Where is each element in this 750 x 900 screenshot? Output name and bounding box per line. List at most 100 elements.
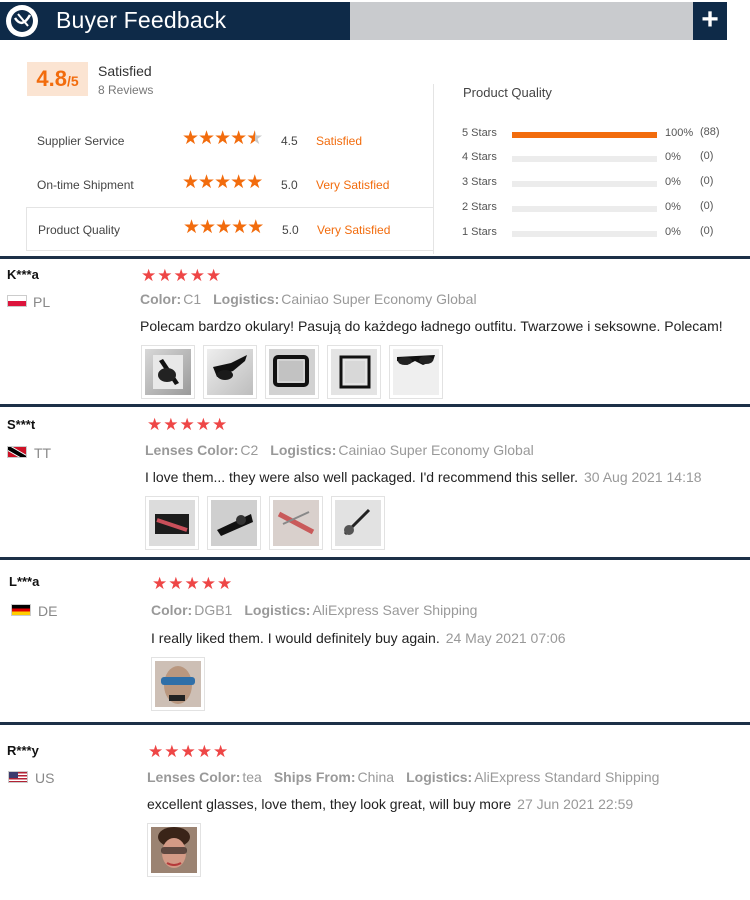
star-icon: ★: [230, 128, 247, 149]
reviews-count: 8 Reviews: [98, 83, 154, 97]
review-photo[interactable]: [145, 496, 199, 550]
reviewer-name: L***a: [9, 574, 40, 589]
sub-rating-value: 4.5: [281, 134, 298, 148]
star-rating: ★★★★★: [182, 128, 263, 150]
star-icon: ★: [182, 172, 199, 193]
review-item: K***a PL ★★★★★ Color: C1 Logistics: Cainiao…: [0, 259, 750, 406]
review-photo[interactable]: [327, 345, 381, 399]
breakdown-label: 1 Stars: [462, 226, 497, 238]
meta-key: Logistics:: [270, 442, 337, 458]
breakdown-track: [512, 181, 657, 187]
breakdown-row[interactable]: 1 Stars 0% (0): [462, 225, 742, 242]
review-body: I love them... they were also well packa…: [145, 469, 578, 485]
review-meta: Lenses Color: C2 Logistics: Cainiao Super E…: [145, 442, 534, 458]
review-meta: Color: C1 Logistics: Cainiao Super Economy …: [140, 291, 477, 307]
reviewer-name: S***t: [7, 417, 36, 432]
review-photo[interactable]: [207, 496, 261, 550]
breakdown-count: (88): [700, 126, 720, 138]
review-photo[interactable]: [203, 345, 257, 399]
review-photos: [141, 345, 443, 399]
expand-button[interactable]: +: [693, 2, 727, 40]
meta-value: AliExpress Saver Shipping: [312, 602, 478, 618]
sub-rating-product-quality[interactable]: Product Quality ★★★★★ 5.0 Very Satisfied: [26, 207, 434, 251]
review-stars: ★★★★★: [148, 742, 230, 761]
meta-key: Color:: [151, 602, 193, 618]
meta-value: Cainiao Super Economy Global: [281, 291, 477, 307]
breakdown-percent: 0%: [665, 201, 681, 213]
meta-value: DGB1: [194, 602, 233, 618]
breakdown-label: 2 Stars: [462, 201, 497, 213]
review-photo[interactable]: [141, 345, 195, 399]
review-meta: Color: DGB1 Logistics: AliExpress Saver Shi…: [151, 602, 477, 618]
star-icon: ★: [198, 172, 215, 193]
reviewer-name: K***a: [7, 267, 39, 282]
review-stars: ★★★★★: [152, 574, 234, 593]
breakdown-row[interactable]: 5 Stars 100% (88): [462, 126, 742, 143]
breakdown-title: Product Quality: [463, 85, 552, 100]
reviewer-name: R***y: [7, 743, 39, 758]
breakdown-track: [512, 231, 657, 237]
review-date: 24 May 2021 07:06: [445, 630, 566, 646]
overall-score-denominator: /5: [66, 73, 79, 89]
star-rating: ★★★★★: [183, 217, 264, 239]
sub-rating-label: On-time Shipment: [37, 178, 134, 192]
review-item: R***y US ★★★★★ Lenses Color: tea Ships Fro…: [0, 725, 750, 900]
sub-rating-value: 5.0: [281, 178, 298, 192]
meta-value: C2: [240, 442, 259, 458]
feedback-header: Buyer Feedback +: [0, 0, 750, 42]
review-stars: ★★★★★: [147, 415, 229, 434]
sub-rating-word: Very Satisfied: [317, 223, 391, 237]
star-icon: ★: [215, 217, 232, 238]
overall-satisfaction: Satisfied: [98, 63, 152, 79]
review-item: L***a DE ★★★★★ Color: DGB1 Logistics: AliEx…: [0, 560, 750, 722]
star-rating: ★★★★★: [182, 172, 263, 194]
meta-key: Logistics:: [406, 769, 473, 785]
star-icon: ★: [246, 172, 263, 193]
sub-rating-supplier-service: Supplier Service ★★★★★ 4.5 Satisfied: [26, 119, 434, 163]
reviewer-country: TT: [34, 445, 52, 461]
review-photo[interactable]: [151, 657, 205, 711]
breakdown-percent: 0%: [665, 151, 681, 163]
star-icon: ★: [231, 217, 248, 238]
review-photo[interactable]: [147, 823, 201, 877]
review-body: Polecam bardzo okulary! Pasują do każdeg…: [140, 318, 723, 334]
summary-divider: [433, 84, 434, 254]
review-text: Polecam bardzo okulary! Pasują do każdeg…: [140, 318, 723, 334]
meta-key: Lenses Color:: [145, 442, 239, 458]
sub-rating-word: Satisfied: [316, 134, 363, 148]
breakdown-count: (0): [700, 150, 714, 162]
star-icon: ★: [183, 217, 200, 238]
flag-tt-icon: [7, 446, 27, 458]
star-icon: ★: [247, 217, 264, 238]
breakdown-percent: 0%: [665, 226, 681, 238]
meta-key: Color:: [140, 291, 182, 307]
review-photo[interactable]: [331, 496, 385, 550]
review-item: S***t TT ★★★★★ Lenses Color: C2 Logistics:…: [0, 407, 750, 557]
breakdown-row[interactable]: 2 Stars 0% (0): [462, 200, 742, 217]
star-icon: ★: [230, 172, 247, 193]
breakdown-row[interactable]: 4 Stars 0% (0): [462, 150, 742, 167]
review-date: 27 Jun 2021 22:59: [517, 796, 634, 812]
star-icon: ★: [198, 128, 215, 149]
breakdown-label: 4 Stars: [462, 151, 497, 163]
breakdown-row[interactable]: 3 Stars 0% (0): [462, 175, 742, 192]
overall-score-badge: 4.8/5: [27, 62, 88, 96]
review-photos: [147, 823, 201, 877]
meta-key: Logistics:: [213, 291, 280, 307]
star-icon: ★: [182, 128, 199, 149]
review-photo[interactable]: [269, 496, 323, 550]
reviewer-country: US: [35, 770, 55, 786]
review-body: excellent glasses, love them, they look …: [147, 796, 512, 812]
breakdown-label: 3 Stars: [462, 176, 497, 188]
breakdown-percent: 100%: [665, 127, 694, 139]
review-date: 30 Aug 2021 14:18: [584, 469, 702, 485]
flag-us-icon: [8, 771, 28, 783]
review-photo[interactable]: [265, 345, 319, 399]
sub-rating-label: Supplier Service: [37, 134, 125, 148]
review-text: excellent glasses, love them, they look …: [147, 796, 633, 812]
review-photos: [145, 496, 385, 550]
review-body: I really liked them. I would definitely …: [151, 630, 440, 646]
breakdown-fill: [512, 132, 657, 138]
meta-value: Cainiao Super Economy Global: [338, 442, 534, 458]
review-photo[interactable]: [389, 345, 443, 399]
